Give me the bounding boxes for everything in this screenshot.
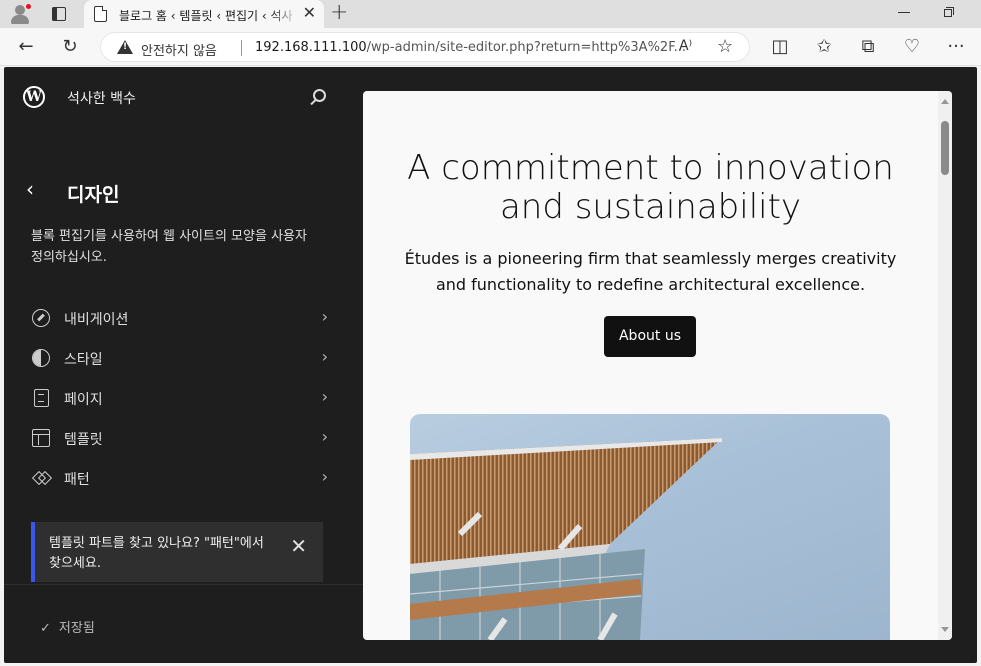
- chevron-right-icon: ›: [321, 467, 328, 486]
- building-image: [410, 414, 890, 640]
- collections-icon[interactable]: ⧉: [857, 37, 879, 57]
- favorites-icon[interactable]: ✩: [813, 37, 835, 57]
- back-chevron-icon[interactable]: ‹: [26, 179, 34, 199]
- save-status-label: 저장됨: [58, 621, 95, 636]
- sidebar-item-patterns[interactable]: 패턴 ›: [24, 460, 336, 496]
- warning-icon[interactable]: [117, 40, 133, 54]
- scrollbar-thumb[interactable]: [941, 121, 949, 175]
- minimize-icon[interactable]: [898, 12, 910, 13]
- browser-tab[interactable]: 블로그 홈 ‹ 템플릿 ‹ 편집기 ‹ 석사 ✕: [84, 0, 324, 28]
- browser-toolbar: ← ↻ 안전하지 않음 192.168.111.100/wp-admin/sit…: [0, 28, 981, 66]
- site-editor: W 석사한 백수 ‹ 디자인 블록 편집기를 사용하여 웹 사이트의 모양을 사…: [4, 67, 977, 663]
- navigation-icon: [32, 309, 50, 327]
- template-parts-notice: 템플릿 파트를 찾고 있나요? "패턴"에서 찾으세요. ✕: [31, 522, 323, 582]
- sidebar-title: 디자인: [67, 184, 120, 206]
- address-separator: [241, 40, 242, 56]
- editor-canvas[interactable]: A commitment to innovation and sustainab…: [363, 91, 952, 640]
- tab-close-icon[interactable]: ✕: [303, 5, 316, 21]
- page-icon: [34, 389, 49, 407]
- sidebar-item-label: 템플릿: [64, 432, 103, 448]
- about-us-button[interactable]: About us: [604, 316, 696, 357]
- url-text[interactable]: 192.168.111.100/wp-admin/site-editor.php…: [255, 40, 686, 55]
- scroll-down-icon[interactable]: [941, 627, 949, 632]
- new-tab-icon[interactable]: +: [330, 2, 348, 24]
- sidebar-item-label: 패턴: [64, 472, 90, 488]
- sidebar-footer-divider: [4, 584, 363, 585]
- chevron-right-icon: ›: [321, 387, 328, 406]
- profile-icon[interactable]: [8, 3, 32, 25]
- styles-icon: [32, 349, 50, 367]
- hero-heading: A commitment to innovation and sustainab…: [407, 148, 894, 227]
- sidebar-item-label: 내비게이션: [64, 312, 129, 328]
- scroll-up-icon[interactable]: [941, 99, 949, 104]
- sidebar-item-navigation[interactable]: 내비게이션 ›: [24, 300, 336, 336]
- read-aloud-icon[interactable]: A⁾: [679, 38, 692, 54]
- building-illustration: [410, 438, 722, 640]
- notice-text: 템플릿 파트를 찾고 있나요? "패턴"에서 찾으세요.: [49, 536, 264, 571]
- security-label[interactable]: 안전하지 않음: [141, 40, 217, 59]
- url-host: 192.168.111.100: [255, 40, 367, 55]
- browser-essentials-icon[interactable]: ♡: [901, 37, 923, 57]
- sidebar-item-label: 페이지: [64, 392, 103, 408]
- close-icon[interactable]: ✕: [290, 536, 307, 556]
- search-icon[interactable]: [313, 89, 326, 102]
- more-icon[interactable]: ···: [945, 37, 967, 57]
- pattern-icon: [31, 469, 53, 487]
- sidebar-item-label: 스타일: [64, 352, 103, 368]
- favorite-icon[interactable]: ☆: [717, 36, 733, 57]
- tab-title: 블로그 홈 ‹ 템플릿 ‹ 편집기 ‹ 석사: [119, 9, 293, 23]
- sidebar-item-templates[interactable]: 템플릿 ›: [24, 420, 336, 456]
- chevron-right-icon: ›: [321, 347, 328, 366]
- url-path: /wp-admin/site-editor.php?return=http%3A…: [366, 40, 686, 55]
- restore-icon[interactable]: [944, 7, 955, 18]
- save-status: ✓ 저장됨: [40, 617, 95, 636]
- chevron-right-icon: ›: [321, 307, 328, 326]
- back-icon[interactable]: ←: [15, 37, 37, 57]
- wordpress-logo-icon[interactable]: W: [23, 86, 45, 108]
- split-screen-icon[interactable]: ◫: [769, 37, 791, 57]
- hero-subheading: Études is a pioneering firm that seamles…: [404, 249, 897, 294]
- sidebar-description: 블록 편집기를 사용하여 웹 사이트의 모양을 사용자 정의하십시오.: [31, 229, 307, 265]
- chevron-right-icon: ›: [321, 427, 328, 446]
- page-favicon-icon: [94, 6, 107, 22]
- check-icon: ✓: [40, 621, 51, 636]
- template-icon: [32, 429, 50, 447]
- tab-actions-icon[interactable]: [50, 5, 68, 23]
- canvas-scrollbar[interactable]: [938, 91, 952, 640]
- address-bar[interactable]: 안전하지 않음 192.168.111.100/wp-admin/site-ed…: [100, 32, 750, 62]
- site-name[interactable]: 석사한 백수: [67, 88, 136, 108]
- refresh-icon[interactable]: ↻: [59, 37, 81, 57]
- sidebar-item-pages[interactable]: 페이지 ›: [24, 380, 336, 416]
- sidebar-item-styles[interactable]: 스타일 ›: [24, 340, 336, 376]
- tab-strip: 블로그 홈 ‹ 템플릿 ‹ 편집기 ‹ 석사 ✕ +: [0, 0, 981, 28]
